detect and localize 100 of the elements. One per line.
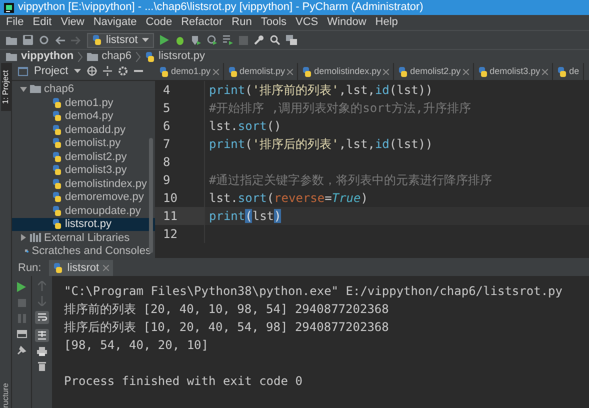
line-number: 6 [155,117,205,135]
breadcrumb-item[interactable]: chap6 [102,48,132,65]
tree-item[interactable]: demolist2.py [12,150,155,164]
structure-tool-tab[interactable]: ructure [0,383,10,408]
line-number: 11 [155,207,205,225]
pin-icon[interactable] [16,345,26,355]
console-line: 排序后的列表 [10, 20, 40, 54, 98] 2940877202368 [64,319,390,336]
expanded-arrow-icon[interactable] [20,86,27,93]
line-number: 9 [155,171,205,189]
windows-icon[interactable] [286,35,297,45]
python-file-icon [52,111,62,122]
shield-icon[interactable] [190,35,201,45]
editor-tab[interactable]: de [553,63,584,80]
editor-tab[interactable]: demolist.py [224,63,298,80]
python-file-icon [52,219,62,230]
tree-item[interactable]: demoremove.py [12,190,155,204]
menu-item[interactable]: Window [327,14,366,31]
minimize-icon[interactable] [134,70,144,72]
run-tab[interactable]: listsrot [49,260,114,276]
tree-item[interactable]: External Libraries [12,231,155,244]
close-icon[interactable] [542,69,548,75]
back-arrow-icon[interactable] [55,36,65,44]
python-icon [53,263,64,273]
panel-title[interactable]: Project [34,63,68,80]
breadcrumb-item[interactable]: listsrot.py [158,48,206,65]
python-file-icon [52,152,62,162]
code-line[interactable]: lst.sort() [205,117,282,135]
line-number: 8 [155,153,205,171]
tree-item[interactable]: chap6 [12,82,155,96]
search-icon[interactable] [270,35,280,45]
console-line: 排序前的列表 [20, 40, 10, 98, 54] 2940877202368 [64,301,390,318]
editor-tab[interactable]: demolist2.py [394,63,474,80]
python-file-icon [478,67,488,77]
save-icon[interactable] [23,35,33,45]
menu-item[interactable]: Edit [32,14,52,31]
close-icon[interactable] [462,69,469,75]
chevron-icon [78,52,83,62]
clock-icon[interactable] [206,35,217,45]
folder-icon [6,52,17,62]
tree-item[interactable]: Scratches and Consoles [12,244,155,258]
tree-item[interactable]: demo1.py [12,96,155,110]
chevron-icon [136,52,141,62]
rerun-icon[interactable] [17,282,26,292]
tree-item[interactable]: demolistindex.py [12,177,155,190]
menu-item[interactable]: Help [375,14,398,31]
menu-item[interactable]: VCS [296,14,318,31]
panel-icon [18,66,28,76]
collapsed-arrow-icon[interactable] [20,234,27,242]
crosshair-icon[interactable] [87,66,98,76]
trash-icon[interactable] [38,361,46,371]
menu-item[interactable]: Navigate [93,14,137,31]
list-run-icon[interactable] [222,35,233,45]
menu-item[interactable]: File [6,14,24,31]
soft-wrap-icon[interactable] [35,311,49,324]
wrench-icon[interactable] [254,35,264,45]
run-config-dropdown[interactable]: listsrot [87,32,154,48]
print-icon[interactable] [37,347,47,356]
close-icon[interactable] [103,265,110,271]
code-line[interactable]: #开始排序 ,调用列表对象的sort方法,升序排序 [205,99,471,117]
project-tool-tab[interactable]: 1: Project [0,63,10,111]
layout-icon[interactable] [16,330,26,338]
menu-item[interactable]: Tools [260,14,287,31]
editor-tab[interactable]: demolistindex.py [298,63,394,80]
code-line[interactable]: print('排序前的列表',lst,id(lst)) [205,81,433,99]
code-line[interactable]: print(lst) [205,207,282,225]
window-title: vippython [E:\vippython] - ...\chap6\listsrot.py [vippython] - PyCharm (Administrator) [18,0,424,16]
line-number: 12 [155,225,205,243]
python-file-icon [159,67,169,77]
menu-item[interactable]: Refactor [181,14,223,31]
library-icon [30,232,41,243]
close-icon[interactable] [212,69,219,75]
tree-item[interactable]: demolist3.py [12,164,155,177]
collapse-icon[interactable] [103,66,112,76]
editor-tab[interactable]: demolist3.py [474,63,554,80]
tree-item[interactable]: demoadd.py [12,123,155,136]
menu-item[interactable]: View [60,14,84,31]
breadcrumb-item[interactable]: vippython [21,48,74,65]
menu-item[interactable]: Run [232,14,252,31]
code-line[interactable]: #通过指定关键字参数，将列表中的元素进行降序排序 [205,171,492,189]
menu-item[interactable]: Code [146,14,172,31]
python-file-icon [52,124,62,135]
python-file-icon [52,138,62,148]
close-icon[interactable] [383,69,390,75]
python-file-icon [52,178,62,189]
settings-icon[interactable] [118,66,128,76]
tree-item[interactable]: demolist.py [12,136,155,150]
code-line[interactable]: lst.sort(reverse=True) [205,189,368,207]
tree-item[interactable]: demo4.py [12,110,155,123]
code-line[interactable]: print('排序后的列表',lst,id(lst)) [205,135,433,153]
caret-icon[interactable] [74,69,82,74]
python-file-icon [144,52,155,62]
close-icon[interactable] [287,69,294,75]
run-icon[interactable] [160,35,169,45]
tree-item[interactable]: demoupdate.py [12,204,155,218]
app-icon [4,2,14,12]
python-file-icon [52,206,62,216]
tree-item[interactable]: listsrot.py [12,218,155,231]
scroll-to-end-icon[interactable] [35,329,49,342]
folder-icon[interactable] [6,36,17,44]
editor-tab[interactable]: demo1.py [155,63,224,80]
